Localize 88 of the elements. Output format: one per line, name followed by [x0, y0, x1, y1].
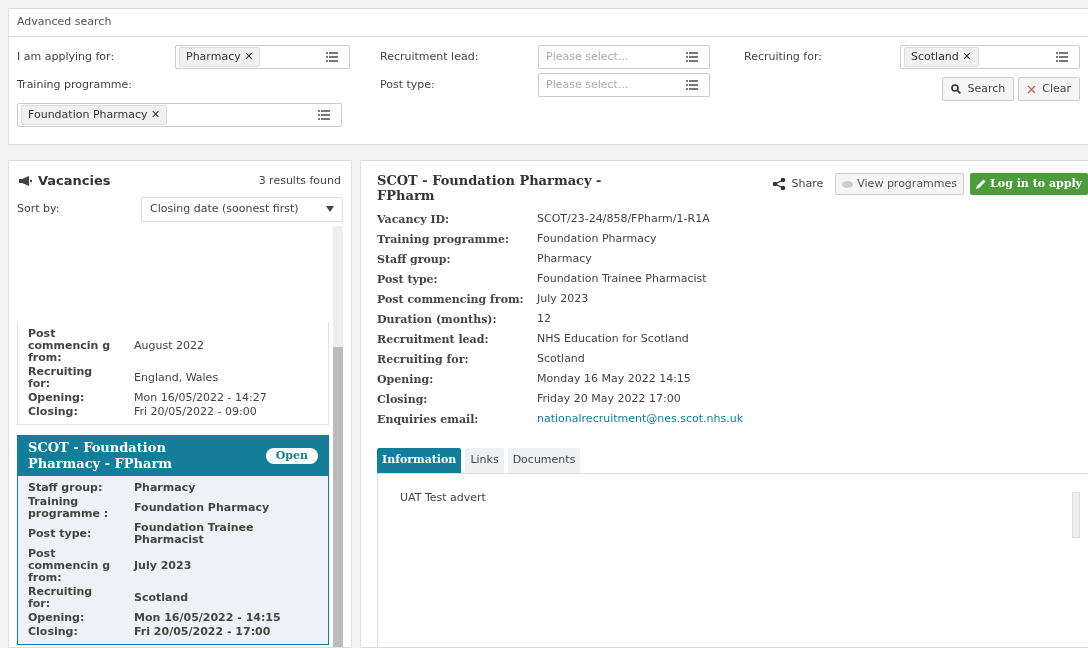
- field-label: Recruiting for:: [28, 586, 94, 610]
- list-icon: [1056, 52, 1068, 62]
- field-label: I am applying for:: [17, 48, 116, 65]
- field-value: 12: [537, 311, 551, 328]
- field-value: Mon 16/05/2022 - 14:27: [133, 392, 267, 404]
- advert-text: UAT Test advert: [400, 490, 486, 506]
- field-label: Recruiting for:: [377, 351, 470, 368]
- field-value: Scotland: [537, 351, 585, 368]
- field-value: Foundation Pharmacy: [537, 231, 657, 248]
- field-label: Post type:: [380, 76, 436, 93]
- field-value: Pharmacy: [133, 482, 196, 494]
- list-icon: [326, 52, 338, 62]
- vacancy-card[interactable]: Post commencin g from: August 2022 Recruiting for: England, Wales Opening: Mon 16/05/2022 - 14:27 Closing: Fri 20/05/2022 - 09:00: [17, 322, 329, 425]
- tab[interactable]: Information: [377, 448, 462, 473]
- selected-tag[interactable]: Scotland ✕: [904, 46, 979, 68]
- field-value: Mon 16/05/2022 - 14:15: [133, 612, 281, 624]
- tab[interactable]: Documents: [507, 448, 581, 473]
- field-label: Closing:: [377, 391, 429, 408]
- field-label: Vacancy ID:: [377, 211, 451, 228]
- search-icon: [951, 84, 962, 94]
- list-icon: [686, 80, 698, 90]
- field-label: Recruiting for:: [744, 48, 823, 65]
- field-label: Post commencin g from:: [28, 328, 112, 364]
- field-value: Fri 20/05/2022 - 09:00: [133, 406, 257, 418]
- field-label: Recruitment lead:: [377, 331, 490, 348]
- field-value: SCOT/23-24/858/FPharm/1-R1A: [537, 211, 710, 228]
- field-label: Post type:: [377, 271, 439, 288]
- scrollbar-thumb[interactable]: [333, 347, 343, 647]
- vacancy-title: SCOT - Foundation Pharmacy - FPharm: [377, 173, 603, 203]
- placeholder-text: Please select...: [545, 76, 630, 93]
- field-label: Duration (months):: [377, 311, 498, 328]
- field-label: Recruiting for:: [28, 366, 94, 390]
- multi-select-field[interactable]: Scotland ✕: [900, 45, 1080, 69]
- field-value: July 2023: [537, 291, 589, 308]
- field-label: Opening:: [28, 392, 86, 404]
- field-label: Closing:: [28, 406, 79, 418]
- share-icon: [771, 177, 786, 191]
- view-programmes-button[interactable]: View programmes: [835, 173, 965, 195]
- field-value: England, Wales: [133, 372, 219, 384]
- scrollbar[interactable]: [1072, 492, 1080, 538]
- sort-label: Sort by:: [17, 200, 61, 217]
- list-icon: [686, 52, 698, 62]
- field-value: Foundation Pharmacy: [133, 502, 270, 514]
- megaphone-icon: [19, 175, 32, 186]
- field-value: Foundation Trainee Pharmacist: [133, 522, 255, 546]
- close-icon: [1027, 84, 1037, 94]
- clear-button[interactable]: Clear: [1018, 77, 1080, 101]
- field-label: Staff group:: [28, 482, 104, 494]
- email-link[interactable]: nationalrecruitment@nes.scot.nhs.uk: [537, 411, 744, 428]
- field-label: Post commencin g from:: [28, 548, 112, 584]
- field-label: Post commencing from:: [377, 291, 525, 308]
- field-label: Recruitment lead:: [380, 48, 480, 65]
- field-label: Opening:: [377, 371, 435, 388]
- caret-icon: [326, 206, 334, 212]
- field-label: Training programme :: [28, 496, 110, 520]
- field-label: Opening:: [28, 612, 86, 624]
- field-value: Foundation Trainee Pharmacist: [537, 271, 707, 288]
- field-value: NHS Education for Scotland: [537, 331, 689, 348]
- panel-title: Advanced search: [17, 14, 112, 31]
- field-label: Enquiries email:: [377, 411, 480, 428]
- field-label: Post type:: [28, 528, 93, 540]
- field-value: July 2023: [132, 560, 192, 572]
- search-button[interactable]: Search: [942, 77, 1015, 101]
- results-count: 3 results found: [258, 172, 341, 189]
- vacancy-card[interactable]: [17, 435, 329, 645]
- placeholder-text: Please select...: [545, 48, 630, 65]
- list-icon: [318, 110, 330, 120]
- multi-select-field[interactable]: Pharmacy ✕: [175, 45, 350, 69]
- vacancy-title: SCOT - Foundation Pharmacy - FPharm: [28, 440, 174, 472]
- field-value: Scotland: [133, 592, 189, 604]
- multi-select-field[interactable]: Foundation Pharmacy ✕: [17, 103, 342, 127]
- pencil-icon: [976, 179, 987, 189]
- field-label: Training programme:: [17, 76, 133, 93]
- field-label: Training programme:: [377, 231, 510, 248]
- field-value: August 2022: [133, 340, 204, 352]
- panel-title: Vacancies: [38, 172, 111, 190]
- selected-tag[interactable]: Foundation Pharmacy ✕: [21, 104, 168, 126]
- field-label: Staff group:: [377, 251, 452, 268]
- status-badge: Open: [265, 447, 318, 465]
- tab[interactable]: Links: [465, 448, 504, 473]
- field-value: Monday 16 May 2022 14:15: [537, 371, 691, 388]
- share-button[interactable]: Share: [765, 175, 830, 193]
- field-value: Fri 20/05/2022 - 17:00: [133, 626, 271, 638]
- field-label: Closing:: [28, 626, 79, 638]
- sort-dropdown[interactable]: Closing date (soonest first): [141, 196, 343, 222]
- field-value: Pharmacy: [537, 251, 592, 268]
- selected-tag[interactable]: Pharmacy ✕: [179, 46, 261, 68]
- field-value: Friday 20 May 2022 17:00: [537, 391, 681, 408]
